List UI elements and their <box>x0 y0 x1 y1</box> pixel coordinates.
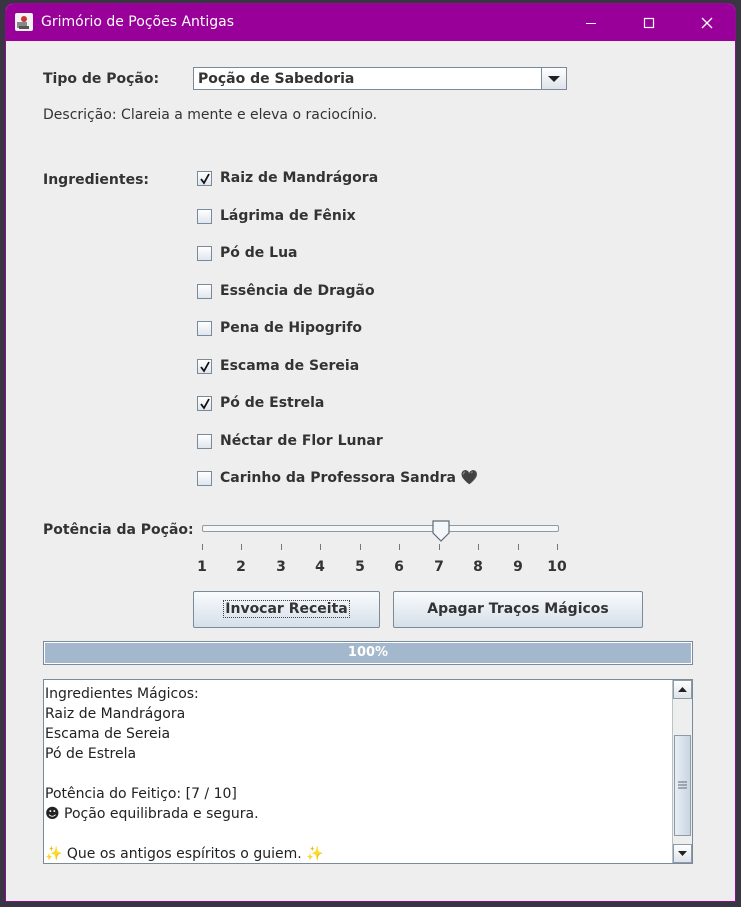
ingredient-checkbox[interactable] <box>197 471 212 486</box>
potency-label: Potência da Poção: <box>43 522 194 538</box>
app-window: Grimório de Poções Antigas Tipo de Poção… <box>5 3 736 902</box>
output-line: Ingredientes Mágicos: <box>45 686 199 702</box>
invoke-recipe-label: Invocar Receita <box>223 600 350 618</box>
ingredient-checkbox[interactable] <box>197 321 212 336</box>
slider-tick-label: 3 <box>276 559 286 575</box>
ingredient-label: Lágrima de Fênix <box>220 208 356 224</box>
slider-tick <box>281 544 282 550</box>
scroll-up-icon[interactable] <box>673 680 692 699</box>
ingredient-checkbox[interactable] <box>197 396 212 411</box>
slider-tick-label: 8 <box>473 559 483 575</box>
erase-traces-button[interactable]: Apagar Traços Mágicos <box>393 591 643 628</box>
check-icon <box>200 398 210 410</box>
ingredient-checkbox[interactable] <box>197 171 212 186</box>
ingredient-label: Essência de Dragão <box>220 283 375 299</box>
slider-tick-label: 2 <box>236 559 246 575</box>
slider-tick <box>360 544 361 550</box>
window-title: Grimório de Poções Antigas <box>41 14 235 30</box>
app-icon <box>15 13 33 31</box>
potion-type-select[interactable]: Poção de Sabedoria <box>193 67 567 90</box>
slider-tick <box>202 544 203 550</box>
progress-bar: 100% <box>43 641 693 665</box>
ingredient-checkbox[interactable] <box>197 434 212 449</box>
chevron-down-icon[interactable] <box>541 68 566 89</box>
potency-slider-thumb[interactable] <box>431 519 451 547</box>
slider-tick-label: 1 <box>197 559 207 575</box>
potion-type-label: Tipo de Poção: <box>43 71 160 87</box>
recipe-output-area[interactable]: Ingredientes Mágicos: Raiz de Mandrágora E… <box>43 679 693 864</box>
invoke-recipe-button[interactable]: Invocar Receita <box>193 591 380 628</box>
potion-description: Descrição: Clareia a mente e eleva o rac… <box>43 107 378 123</box>
ingredient-label: Escama de Sereia <box>220 358 360 374</box>
minimize-button[interactable] <box>562 4 620 41</box>
slider-tick <box>241 544 242 550</box>
slider-tick-label: 6 <box>394 559 404 575</box>
output-line: ✨ Que os antigos espíritos o guiem. ✨ <box>45 846 324 862</box>
slider-tick-label: 4 <box>315 559 325 575</box>
output-line: Raiz de Mandrágora <box>45 706 186 722</box>
ingredients-label: Ingredientes: <box>43 172 149 188</box>
slider-tick-label: 7 <box>434 559 444 575</box>
slider-tick <box>399 544 400 550</box>
check-icon <box>200 173 210 185</box>
slider-tick <box>439 544 440 550</box>
ingredient-checkbox[interactable] <box>197 246 212 261</box>
scrollbar-thumb[interactable] <box>674 735 691 836</box>
progress-text: 100% <box>347 645 389 660</box>
ingredient-label: Carinho da Professora Sandra 🖤 <box>220 470 479 486</box>
potion-type-selected: Poção de Sabedoria <box>198 71 355 87</box>
scroll-down-icon[interactable] <box>673 844 692 863</box>
vertical-scrollbar[interactable] <box>672 680 692 863</box>
ingredient-label: Raiz de Mandrágora <box>220 170 379 186</box>
slider-tick <box>518 544 519 550</box>
ingredient-label: Pó de Lua <box>220 245 298 261</box>
recipe-output-text: Ingredientes Mágicos: Raiz de Mandrágora E… <box>45 684 324 863</box>
slider-tick <box>557 544 558 550</box>
close-button[interactable] <box>678 4 735 41</box>
potency-slider[interactable] <box>202 525 559 532</box>
erase-traces-label: Apagar Traços Mágicos <box>427 601 609 617</box>
slider-tick <box>320 544 321 550</box>
output-line: Escama de Sereia <box>45 726 171 742</box>
output-line: Potência do Feitiço: [7 / 10] <box>45 786 237 802</box>
ingredient-label: Néctar de Flor Lunar <box>220 433 383 449</box>
ingredient-label: Pena de Hipogrifo <box>220 320 363 336</box>
ingredient-checkbox[interactable] <box>197 359 212 374</box>
slider-tick-label: 9 <box>513 559 523 575</box>
ingredient-label: Pó de Estrela <box>220 395 325 411</box>
ingredient-checkbox[interactable] <box>197 284 212 299</box>
output-line: ☻ Poção equilibrada e segura. <box>45 806 259 822</box>
check-icon <box>200 361 210 373</box>
ingredient-checkbox[interactable] <box>197 209 212 224</box>
title-bar[interactable]: Grimório de Poções Antigas <box>6 4 735 41</box>
output-line: Pó de Estrela <box>45 746 137 762</box>
slider-tick-label: 10 <box>547 559 567 575</box>
slider-tick <box>478 544 479 550</box>
slider-tick-label: 5 <box>355 559 365 575</box>
maximize-button[interactable] <box>620 4 678 41</box>
